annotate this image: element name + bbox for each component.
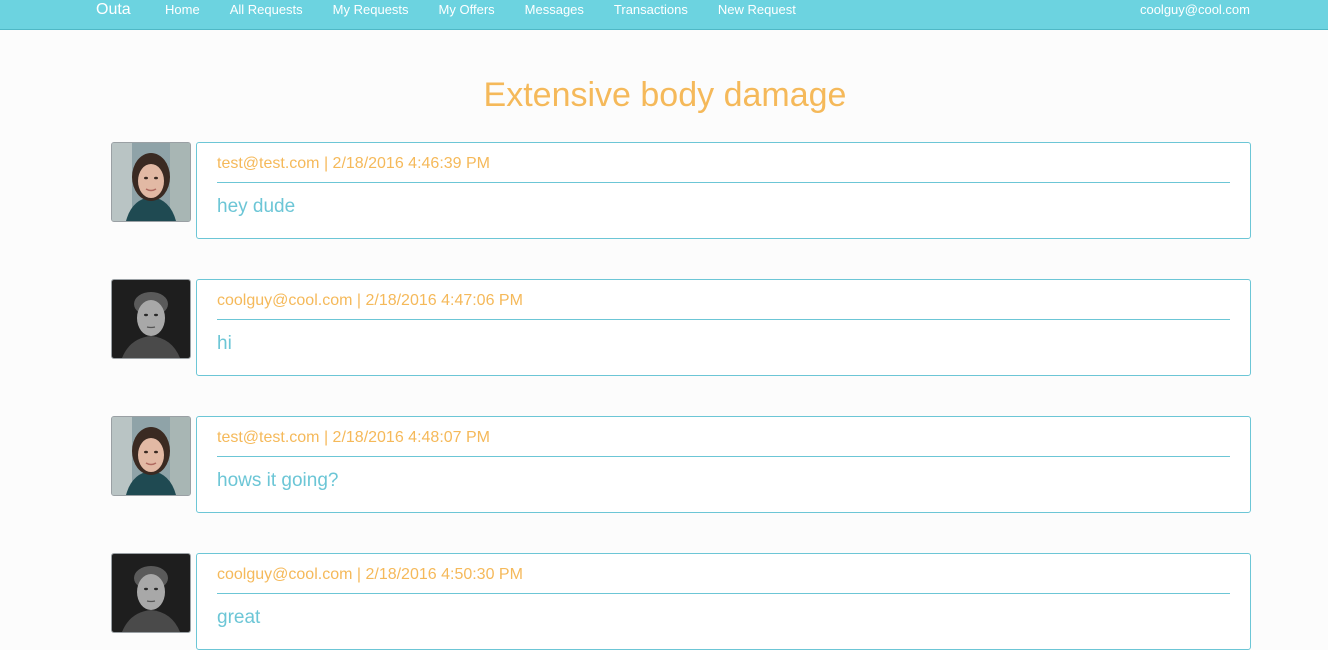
nav-link-messages[interactable]: Messages — [525, 0, 584, 20]
message-bubble: coolguy@cool.com | 2/18/2016 4:47:06 PM … — [196, 279, 1251, 376]
nav-link-transactions[interactable]: Transactions — [614, 0, 688, 20]
man-avatar — [111, 553, 191, 633]
message-text: hey dude — [217, 196, 296, 217]
message-divider — [217, 593, 1230, 594]
message-text: great — [217, 607, 261, 628]
nav-link-my-requests[interactable]: My Requests — [333, 0, 409, 20]
message-author: coolguy@cool.com — [217, 292, 353, 309]
message-item: coolguy@cool.com | 2/18/2016 4:50:30 PM … — [111, 553, 1251, 650]
message-item: test@test.com | 2/18/2016 4:48:07 PM how… — [111, 416, 1251, 513]
message-bubble: test@test.com | 2/18/2016 4:46:39 PM hey… — [196, 142, 1251, 239]
message-timestamp: 2/18/2016 4:48:07 PM — [332, 429, 490, 446]
nav-link-home[interactable]: Home — [165, 0, 200, 20]
message-author: test@test.com — [217, 429, 320, 446]
message-author: test@test.com — [217, 155, 320, 172]
message-timestamp: 2/18/2016 4:50:30 PM — [365, 566, 523, 583]
message-divider — [217, 319, 1230, 320]
message-author: coolguy@cool.com — [217, 566, 353, 583]
nav-links: Home All Requests My Requests My Offers … — [165, 0, 826, 20]
message-text: hows it going? — [217, 470, 339, 491]
nav-link-all-requests[interactable]: All Requests — [230, 0, 303, 20]
message-meta: test@test.com | 2/18/2016 4:46:39 PM — [217, 155, 490, 172]
man-avatar — [111, 279, 191, 359]
message-meta: test@test.com | 2/18/2016 4:48:07 PM — [217, 429, 490, 446]
message-item: test@test.com | 2/18/2016 4:46:39 PM hey… — [111, 142, 1251, 239]
top-navbar: Outa Home All Requests My Requests My Of… — [0, 0, 1328, 30]
woman-avatar — [111, 142, 191, 222]
message-item: coolguy@cool.com | 2/18/2016 4:47:06 PM … — [111, 279, 1251, 376]
page-title: Extensive body damage — [483, 76, 847, 114]
message-bubble: test@test.com | 2/18/2016 4:48:07 PM how… — [196, 416, 1251, 513]
message-divider — [217, 456, 1230, 457]
brand-link[interactable]: Outa — [96, 0, 131, 20]
message-text: hi — [217, 333, 232, 354]
message-timestamp: 2/18/2016 4:46:39 PM — [332, 155, 490, 172]
user-account-link[interactable]: coolguy@cool.com — [1140, 0, 1250, 20]
nav-link-new-request[interactable]: New Request — [718, 0, 796, 20]
message-timestamp: 2/18/2016 4:47:06 PM — [365, 292, 523, 309]
woman-avatar — [111, 416, 191, 496]
message-bubble: coolguy@cool.com | 2/18/2016 4:50:30 PM … — [196, 553, 1251, 650]
message-meta: coolguy@cool.com | 2/18/2016 4:50:30 PM — [217, 566, 523, 583]
nav-link-my-offers[interactable]: My Offers — [439, 0, 495, 20]
message-meta: coolguy@cool.com | 2/18/2016 4:47:06 PM — [217, 292, 523, 309]
message-divider — [217, 182, 1230, 183]
